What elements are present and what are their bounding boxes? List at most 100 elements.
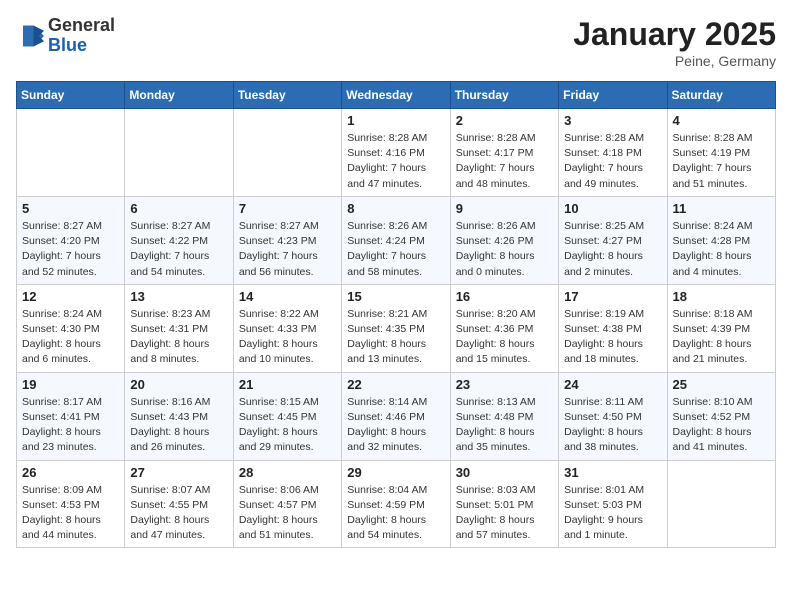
day-info: Sunrise: 8:23 AM Sunset: 4:31 PM Dayligh…: [130, 307, 227, 368]
calendar-day-cell: 17 Sunrise: 8:19 AM Sunset: 4:38 PM Dayli…: [559, 284, 667, 372]
day-info: Sunrise: 8:28 AM Sunset: 4:18 PM Dayligh…: [564, 131, 661, 192]
day-info: Sunrise: 8:09 AM Sunset: 4:53 PM Dayligh…: [22, 483, 119, 544]
calendar-day-cell: 5 Sunrise: 8:27 AM Sunset: 4:20 PM Daylig…: [17, 196, 125, 284]
calendar-day-cell: 28 Sunrise: 8:06 AM Sunset: 4:57 PM Dayli…: [233, 460, 341, 548]
day-number: 3: [564, 113, 661, 128]
day-info: Sunrise: 8:13 AM Sunset: 4:48 PM Dayligh…: [456, 395, 553, 456]
calendar-day-cell: 23Sunrise: 8:13 AM Sunset: 4:48 PM Dayli…: [450, 372, 558, 460]
day-number: 6: [130, 201, 227, 216]
calendar-day-cell: 18 Sunrise: 8:18 AM Sunset: 4:39 PM Dayli…: [667, 284, 775, 372]
day-number: 10: [564, 201, 661, 216]
calendar-day-cell: 24 Sunrise: 8:11 AM Sunset: 4:50 PM Dayli…: [559, 372, 667, 460]
day-info: Sunrise: 8:22 AM Sunset: 4:33 PM Dayligh…: [239, 307, 336, 368]
day-info: Sunrise: 8:21 AM Sunset: 4:35 PM Dayligh…: [347, 307, 444, 368]
calendar-day-cell: [125, 109, 233, 197]
day-of-week-header: Saturday: [667, 82, 775, 109]
day-info: Sunrise: 8:17 AM Sunset: 4:41 PM Dayligh…: [22, 395, 119, 456]
calendar-day-cell: 13 Sunrise: 8:23 AM Sunset: 4:31 PM Dayli…: [125, 284, 233, 372]
day-number: 24: [564, 377, 661, 392]
day-number: 21: [239, 377, 336, 392]
calendar-header-row: SundayMondayTuesdayWednesdayThursdayFrid…: [17, 82, 776, 109]
day-info: Sunrise: 8:15 AM Sunset: 4:45 PM Dayligh…: [239, 395, 336, 456]
day-info: Sunrise: 8:28 AM Sunset: 4:16 PM Dayligh…: [347, 131, 444, 192]
day-number: 8: [347, 201, 444, 216]
day-info: Sunrise: 8:07 AM Sunset: 4:55 PM Dayligh…: [130, 483, 227, 544]
calendar-day-cell: 10 Sunrise: 8:25 AM Sunset: 4:27 PM Dayli…: [559, 196, 667, 284]
day-of-week-header: Tuesday: [233, 82, 341, 109]
day-of-week-header: Thursday: [450, 82, 558, 109]
day-number: 22: [347, 377, 444, 392]
calendar-day-cell: 26 Sunrise: 8:09 AM Sunset: 4:53 PM Dayli…: [17, 460, 125, 548]
calendar-day-cell: 29Sunrise: 8:04 AM Sunset: 4:59 PM Dayli…: [342, 460, 450, 548]
day-info: Sunrise: 8:25 AM Sunset: 4:27 PM Dayligh…: [564, 219, 661, 280]
day-number: 17: [564, 289, 661, 304]
day-number: 9: [456, 201, 553, 216]
day-number: 16: [456, 289, 553, 304]
day-number: 1: [347, 113, 444, 128]
day-number: 25: [673, 377, 770, 392]
calendar-day-cell: 27Sunrise: 8:07 AM Sunset: 4:55 PM Dayli…: [125, 460, 233, 548]
day-number: 15: [347, 289, 444, 304]
day-number: 29: [347, 465, 444, 480]
month-title: January 2025: [573, 16, 776, 53]
day-info: Sunrise: 8:01 AM Sunset: 5:03 PM Dayligh…: [564, 483, 661, 544]
location-text: Peine, Germany: [573, 53, 776, 69]
calendar-week-row: 26 Sunrise: 8:09 AM Sunset: 4:53 PM Dayli…: [17, 460, 776, 548]
day-number: 14: [239, 289, 336, 304]
calendar-day-cell: 3 Sunrise: 8:28 AM Sunset: 4:18 PM Daylig…: [559, 109, 667, 197]
page-header: General Blue January 2025 Peine, Germany: [16, 16, 776, 69]
calendar-day-cell: 2Sunrise: 8:28 AM Sunset: 4:17 PM Daylig…: [450, 109, 558, 197]
logo-blue-text: Blue: [48, 35, 87, 55]
day-number: 20: [130, 377, 227, 392]
calendar-week-row: 12Sunrise: 8:24 AM Sunset: 4:30 PM Dayli…: [17, 284, 776, 372]
day-info: Sunrise: 8:27 AM Sunset: 4:23 PM Dayligh…: [239, 219, 336, 280]
day-info: Sunrise: 8:27 AM Sunset: 4:20 PM Dayligh…: [22, 219, 119, 280]
calendar-day-cell: [17, 109, 125, 197]
calendar-day-cell: 4Sunrise: 8:28 AM Sunset: 4:19 PM Daylig…: [667, 109, 775, 197]
calendar-week-row: 1 Sunrise: 8:28 AM Sunset: 4:16 PM Daylig…: [17, 109, 776, 197]
calendar-day-cell: 12Sunrise: 8:24 AM Sunset: 4:30 PM Dayli…: [17, 284, 125, 372]
day-of-week-header: Sunday: [17, 82, 125, 109]
day-number: 11: [673, 201, 770, 216]
calendar-day-cell: 20Sunrise: 8:16 AM Sunset: 4:43 PM Dayli…: [125, 372, 233, 460]
calendar-day-cell: 14 Sunrise: 8:22 AM Sunset: 4:33 PM Dayli…: [233, 284, 341, 372]
calendar-day-cell: 21 Sunrise: 8:15 AM Sunset: 4:45 PM Dayli…: [233, 372, 341, 460]
day-info: Sunrise: 8:18 AM Sunset: 4:39 PM Dayligh…: [673, 307, 770, 368]
day-info: Sunrise: 8:27 AM Sunset: 4:22 PM Dayligh…: [130, 219, 227, 280]
day-number: 18: [673, 289, 770, 304]
logo-text: General Blue: [48, 16, 115, 56]
calendar-day-cell: 1 Sunrise: 8:28 AM Sunset: 4:16 PM Daylig…: [342, 109, 450, 197]
calendar-week-row: 19 Sunrise: 8:17 AM Sunset: 4:41 PM Dayli…: [17, 372, 776, 460]
calendar-table: SundayMondayTuesdayWednesdayThursdayFrid…: [16, 81, 776, 548]
day-info: Sunrise: 8:24 AM Sunset: 4:28 PM Dayligh…: [673, 219, 770, 280]
day-number: 5: [22, 201, 119, 216]
day-info: Sunrise: 8:06 AM Sunset: 4:57 PM Dayligh…: [239, 483, 336, 544]
calendar-day-cell: 6 Sunrise: 8:27 AM Sunset: 4:22 PM Daylig…: [125, 196, 233, 284]
calendar-day-cell: 8Sunrise: 8:26 AM Sunset: 4:24 PM Daylig…: [342, 196, 450, 284]
logo: General Blue: [16, 16, 115, 56]
day-info: Sunrise: 8:03 AM Sunset: 5:01 PM Dayligh…: [456, 483, 553, 544]
calendar-day-cell: 15 Sunrise: 8:21 AM Sunset: 4:35 PM Dayli…: [342, 284, 450, 372]
day-number: 26: [22, 465, 119, 480]
calendar-day-cell: 19 Sunrise: 8:17 AM Sunset: 4:41 PM Dayli…: [17, 372, 125, 460]
day-number: 31: [564, 465, 661, 480]
calendar-day-cell: 11 Sunrise: 8:24 AM Sunset: 4:28 PM Dayli…: [667, 196, 775, 284]
logo-general-text: General: [48, 15, 115, 35]
day-info: Sunrise: 8:11 AM Sunset: 4:50 PM Dayligh…: [564, 395, 661, 456]
logo-icon: [16, 22, 44, 50]
day-number: 28: [239, 465, 336, 480]
day-of-week-header: Monday: [125, 82, 233, 109]
calendar-day-cell: 22Sunrise: 8:14 AM Sunset: 4:46 PM Dayli…: [342, 372, 450, 460]
day-info: Sunrise: 8:19 AM Sunset: 4:38 PM Dayligh…: [564, 307, 661, 368]
day-number: 13: [130, 289, 227, 304]
calendar-day-cell: [667, 460, 775, 548]
title-block: January 2025 Peine, Germany: [573, 16, 776, 69]
day-number: 19: [22, 377, 119, 392]
day-info: Sunrise: 8:20 AM Sunset: 4:36 PM Dayligh…: [456, 307, 553, 368]
calendar-day-cell: 30 Sunrise: 8:03 AM Sunset: 5:01 PM Dayli…: [450, 460, 558, 548]
calendar-week-row: 5 Sunrise: 8:27 AM Sunset: 4:20 PM Daylig…: [17, 196, 776, 284]
calendar-day-cell: 7Sunrise: 8:27 AM Sunset: 4:23 PM Daylig…: [233, 196, 341, 284]
day-number: 2: [456, 113, 553, 128]
day-info: Sunrise: 8:24 AM Sunset: 4:30 PM Dayligh…: [22, 307, 119, 368]
day-number: 30: [456, 465, 553, 480]
